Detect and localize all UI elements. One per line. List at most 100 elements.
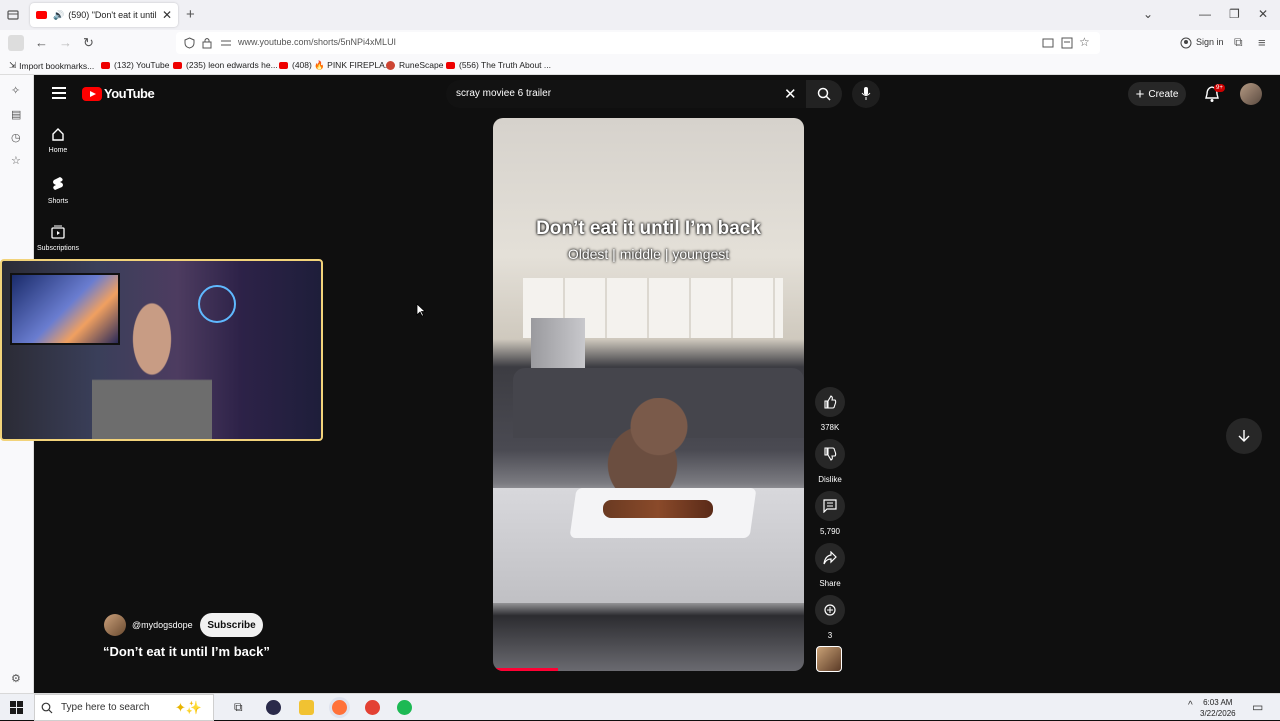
- video-scene-fridge: [531, 318, 585, 368]
- close-tab-icon[interactable]: ✕: [162, 8, 172, 22]
- file-explorer-icon[interactable]: [299, 700, 314, 715]
- extensions-icon[interactable]: ⧉: [1234, 35, 1243, 50]
- comments-button[interactable]: 5,790: [810, 491, 850, 536]
- shorts-icon: [53, 177, 63, 190]
- import-icon: ⇲: [9, 60, 17, 70]
- bookmarks-bar: ⇲ Import bookmarks... (132) YouTube (235)…: [0, 56, 1280, 75]
- account-icon[interactable]: [1180, 37, 1192, 49]
- youtube-icon: [101, 61, 110, 69]
- bookmark-item[interactable]: (556) The Truth About ...: [446, 60, 551, 70]
- account-avatar[interactable]: [1240, 83, 1262, 105]
- voice-search-button[interactable]: [852, 80, 880, 108]
- hamburger-menu-icon[interactable]: [52, 87, 66, 102]
- search-input[interactable]: scray moviee 6 trailer: [456, 88, 551, 99]
- video-progress-bar[interactable]: [493, 668, 559, 671]
- firefox-icon[interactable]: [332, 700, 347, 715]
- notification-count-badge: 9+: [1214, 84, 1225, 92]
- browser-tab-bar: 🔊 (590) "Don't eat it until I'm ✕ + ⌄ — …: [0, 0, 1280, 30]
- search-icon: [41, 702, 53, 713]
- channel-handle[interactable]: @mydogsdope: [132, 620, 193, 630]
- forward-icon[interactable]: →: [59, 35, 72, 50]
- webcam-neon-sign: [198, 285, 236, 323]
- notification-center-icon[interactable]: ▭: [1252, 700, 1263, 714]
- bookmark-item[interactable]: (132) YouTube: [101, 60, 169, 70]
- subscribe-button[interactable]: Subscribe: [200, 613, 263, 637]
- shield-icon[interactable]: [184, 37, 195, 49]
- settings-gear-icon[interactable]: ⚙: [11, 672, 21, 685]
- search-highlight-icon: ✦✨: [175, 700, 203, 715]
- browser-nav-bar: ← → ↻ www.youtube.com/shorts/5nNPi4xMLUI…: [0, 30, 1280, 56]
- search-icon: [817, 87, 831, 101]
- menu-icon[interactable]: ≡: [1258, 35, 1266, 50]
- youtube-icon: [446, 61, 455, 69]
- nav-shorts[interactable]: Shorts: [34, 176, 82, 205]
- create-button[interactable]: + Create: [1128, 82, 1186, 106]
- maximize-button[interactable]: ❐: [1229, 7, 1240, 21]
- next-short-button[interactable]: [1226, 418, 1262, 454]
- thumbs-down-icon: [824, 447, 837, 461]
- share-arrow-icon: [823, 551, 837, 565]
- nav-subscriptions[interactable]: Subscriptions: [34, 225, 82, 252]
- tab-list-icon[interactable]: [7, 9, 19, 21]
- youtube-play-logo-icon: [82, 86, 102, 101]
- remix-button[interactable]: 3: [810, 595, 850, 640]
- taskbar-app-icon[interactable]: [266, 700, 281, 715]
- webcam-overlay: [0, 259, 323, 441]
- new-tab-button[interactable]: +: [186, 6, 195, 23]
- task-view-icon[interactable]: ⧉: [234, 700, 243, 715]
- chrome-icon[interactable]: [365, 700, 380, 715]
- clear-search-icon[interactable]: ✕: [784, 85, 797, 103]
- sidebar-toggle-icon[interactable]: [8, 35, 24, 51]
- close-window-button[interactable]: ✕: [1258, 7, 1268, 21]
- channel-avatar[interactable]: [104, 614, 126, 636]
- dislike-button[interactable]: Dislike: [810, 439, 850, 484]
- synced-tabs-icon[interactable]: ▤: [11, 108, 21, 121]
- permissions-icon[interactable]: [220, 38, 232, 48]
- bookmark-item[interactable]: ⇲ Import bookmarks...: [9, 60, 94, 71]
- comment-icon: [823, 499, 837, 513]
- youtube-icon: [279, 62, 288, 69]
- nav-home[interactable]: Home: [34, 127, 82, 154]
- taskbar-search-box[interactable]: Type here to search ✦✨: [34, 694, 214, 721]
- reader-view-icon[interactable]: [1061, 37, 1073, 49]
- spotify-icon[interactable]: [397, 700, 412, 715]
- lock-icon[interactable]: [202, 37, 212, 49]
- share-button[interactable]: Share: [810, 543, 850, 588]
- sign-in-link[interactable]: Sign in: [1196, 37, 1224, 47]
- picture-in-picture-icon[interactable]: [1042, 37, 1054, 49]
- speaker-icon[interactable]: 🔊: [53, 10, 64, 21]
- tab-overflow-chevron-icon[interactable]: ⌄: [1143, 7, 1153, 21]
- webcam-streamer: [92, 291, 212, 439]
- video-scene-dog: [593, 398, 703, 493]
- ai-chat-icon[interactable]: ✧: [11, 84, 20, 97]
- microphone-icon: [861, 87, 871, 100]
- runescape-icon: [386, 60, 395, 70]
- video-overlay-subtitle: Oldest | middle | youngest: [567, 246, 730, 262]
- history-icon[interactable]: ◷: [11, 131, 21, 144]
- like-button[interactable]: 378K: [810, 387, 850, 432]
- plus-icon: +: [1135, 85, 1145, 103]
- bookmark-star-icon[interactable]: ☆: [1079, 35, 1090, 49]
- bookmarks-star-icon[interactable]: ☆: [11, 154, 21, 167]
- windows-start-icon[interactable]: [10, 701, 23, 714]
- bookmark-item[interactable]: (235) leon edwards he...: [173, 60, 278, 70]
- back-icon[interactable]: ←: [35, 35, 48, 50]
- search-button[interactable]: [806, 80, 842, 108]
- minimize-button[interactable]: —: [1199, 7, 1211, 21]
- video-scene-bone: [603, 500, 713, 518]
- youtube-logo[interactable]: YouTube: [82, 86, 155, 101]
- search-box[interactable]: scray moviee 6 trailer ✕: [446, 80, 806, 108]
- taskbar-clock[interactable]: 6:03 AM 3/22/2026: [1200, 697, 1236, 719]
- sound-thumbnail[interactable]: [816, 646, 842, 672]
- bookmark-item[interactable]: RuneScape: [386, 60, 443, 70]
- home-icon: [52, 128, 64, 141]
- shorts-video-player[interactable]: Don’t eat it until I’m back Oldest | mid…: [493, 118, 804, 671]
- system-tray-chevron-icon[interactable]: ^: [1188, 700, 1193, 711]
- thumbs-up-icon: [824, 395, 837, 409]
- address-bar[interactable]: www.youtube.com/shorts/5nNPi4xMLUI ☆: [176, 32, 1100, 54]
- reload-icon[interactable]: ↻: [83, 35, 94, 51]
- browser-tab-active[interactable]: 🔊 (590) "Don't eat it until I'm ✕: [30, 3, 178, 27]
- url-text[interactable]: www.youtube.com/shorts/5nNPi4xMLUI: [238, 37, 396, 47]
- short-title: “Don’t eat it until I’m back”: [103, 644, 270, 659]
- bookmark-item[interactable]: (408) 🔥 PINK FIREPLA...: [279, 60, 392, 71]
